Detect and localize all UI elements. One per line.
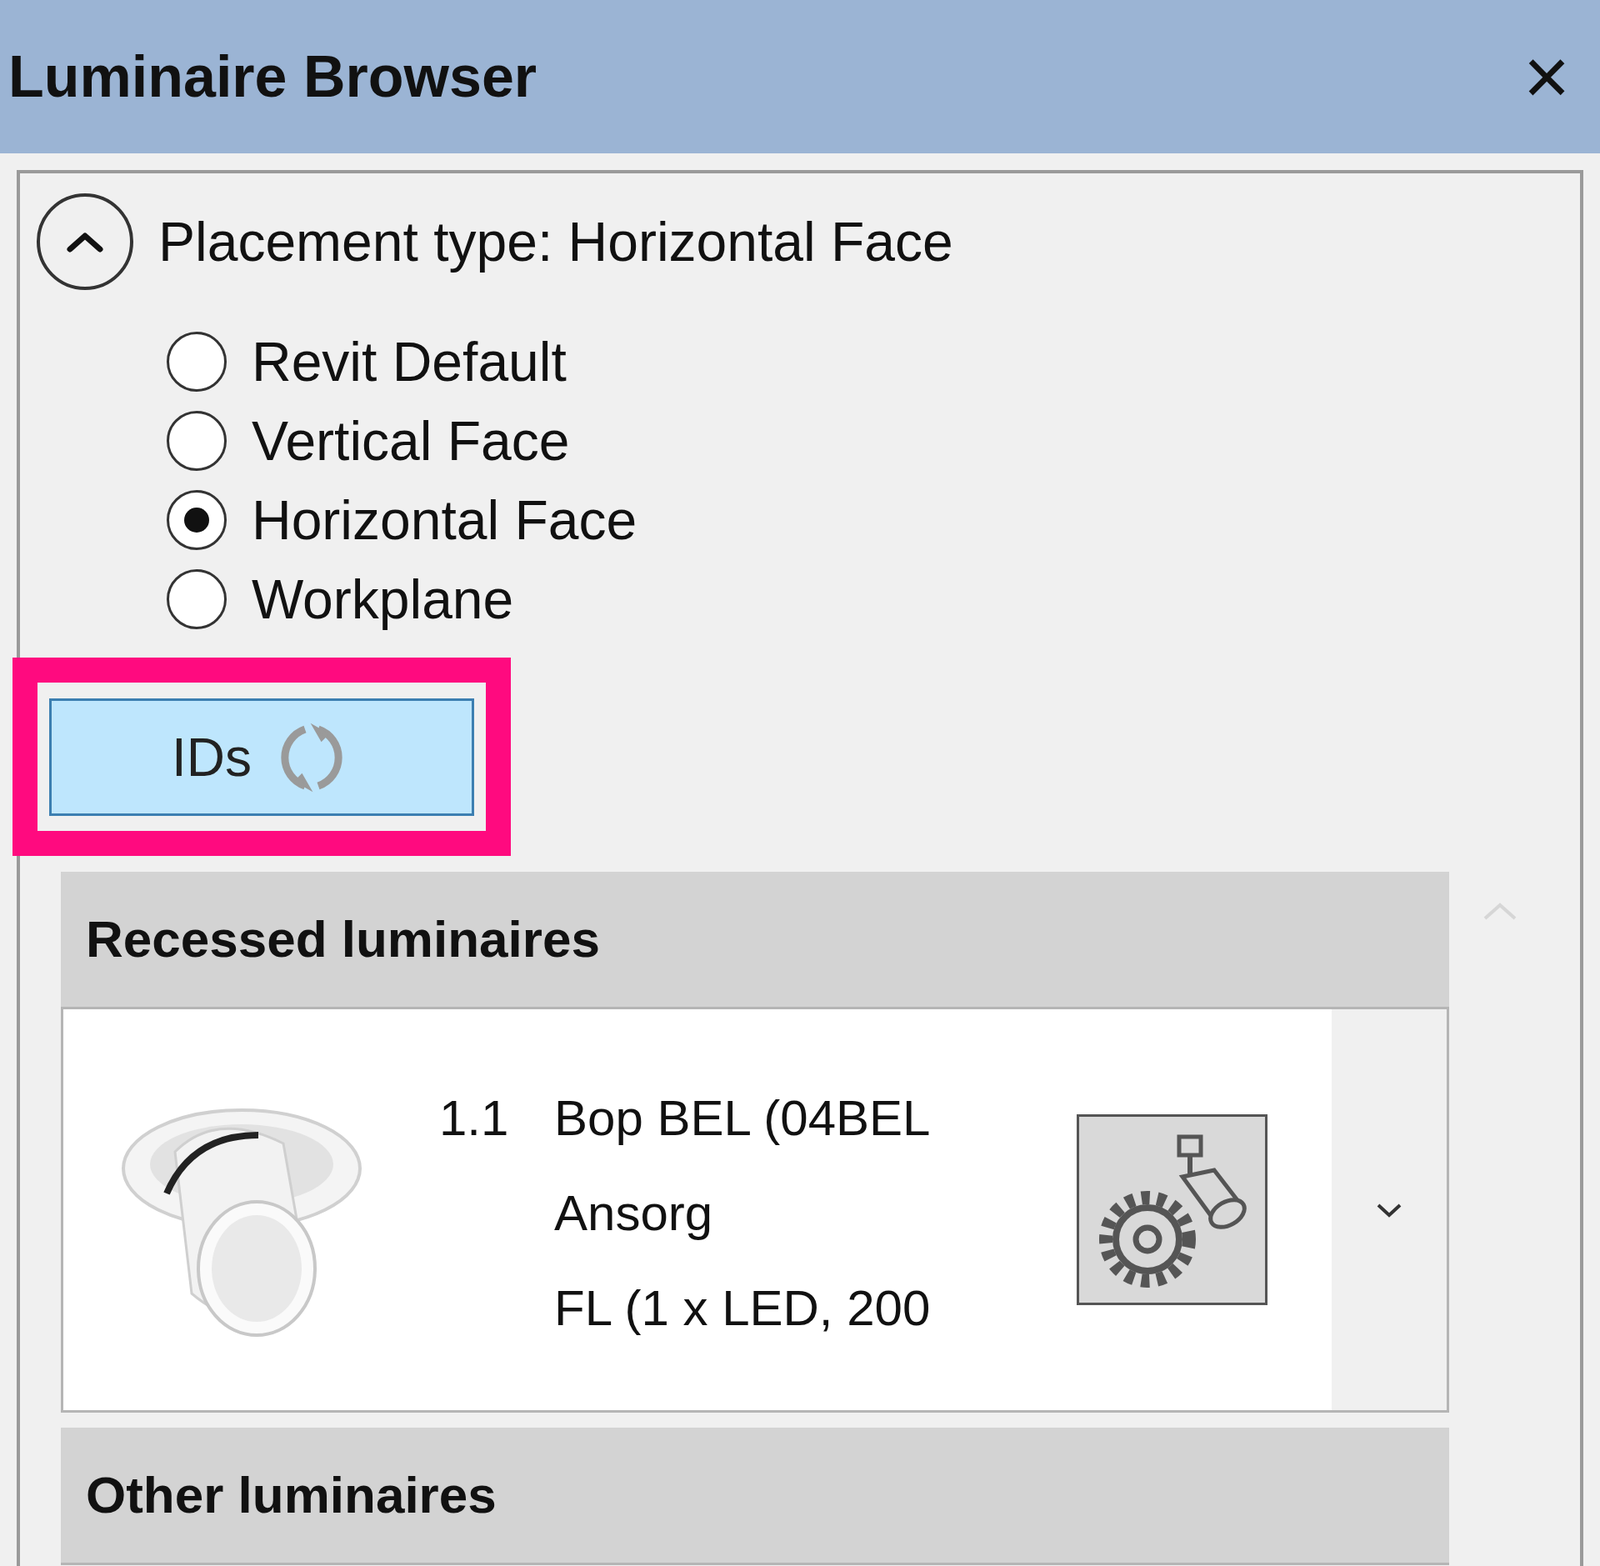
group-header[interactable]: Other luminaires bbox=[60, 1427, 1450, 1565]
placement-option[interactable]: Vertical Face bbox=[166, 400, 1580, 480]
luminaire-list: Recessed luminaires 1.1Bop BEL (04BELAnso… bbox=[60, 871, 1450, 1566]
chevron-down-icon bbox=[1375, 1200, 1404, 1220]
luminaire-image bbox=[63, 1009, 420, 1410]
radio-button[interactable] bbox=[166, 410, 227, 471]
luminaire-group: Recessed luminaires 1.1Bop BEL (04BELAnso… bbox=[60, 871, 1450, 1413]
annotation-box: IDs bbox=[12, 657, 511, 856]
placement-title: Placement type: Horizontal Face bbox=[158, 214, 954, 270]
luminaire-group: Other luminaires bbox=[60, 1427, 1450, 1565]
luminaire-list-area: Recessed luminaires 1.1Bop BEL (04BELAnso… bbox=[20, 871, 1580, 1566]
luminaire-number: 1.1 bbox=[439, 1070, 555, 1410]
card-spacer bbox=[1267, 1009, 1332, 1410]
ids-button[interactable]: IDs bbox=[49, 698, 475, 816]
refresh-icon bbox=[271, 717, 352, 798]
placement-header: Placement type: Horizontal Face bbox=[20, 173, 1580, 290]
option-label: Revit Default bbox=[251, 334, 567, 390]
group-title: Other luminaires bbox=[85, 1469, 497, 1521]
configure-button[interactable] bbox=[1076, 1114, 1268, 1305]
placement-option[interactable]: Revit Default bbox=[166, 321, 1580, 401]
placement-options: Revit Default Vertical Face Horizontal Fac… bbox=[20, 321, 1580, 639]
luminaire-line: FL (1 x LED, 200 bbox=[554, 1260, 930, 1356]
group-title: Recessed luminaires bbox=[85, 913, 600, 965]
option-label: Workplane bbox=[251, 571, 514, 627]
close-button[interactable]: × bbox=[1518, 36, 1575, 117]
option-label: Vertical Face bbox=[251, 413, 570, 469]
panel-frame: Placement type: Horizontal Face Revit De… bbox=[16, 170, 1584, 1566]
placement-option[interactable]: Workplane bbox=[166, 559, 1580, 639]
panel: Placement type: Horizontal Face Revit De… bbox=[0, 153, 1600, 1566]
placement-option[interactable]: Horizontal Face bbox=[166, 480, 1580, 560]
radio-button[interactable] bbox=[166, 331, 227, 392]
luminaire-info: 1.1Bop BEL (04BELAnsorgFL (1 x LED, 200 bbox=[419, 1009, 1077, 1410]
chevron-up-icon bbox=[65, 229, 105, 255]
option-label: Horizontal Face bbox=[251, 492, 637, 548]
collapse-button[interactable] bbox=[36, 193, 134, 290]
luminaire-photo bbox=[116, 1076, 367, 1344]
luminaire-line: Bop BEL (04BEL bbox=[554, 1070, 930, 1166]
radio-button[interactable] bbox=[166, 490, 227, 550]
window-title: Luminaire Browser bbox=[8, 47, 537, 106]
scroll-up-icon[interactable] bbox=[1481, 900, 1519, 924]
radio-button[interactable] bbox=[166, 569, 227, 630]
configure-icon[interactable] bbox=[1089, 1126, 1256, 1294]
expand-button[interactable] bbox=[1331, 1009, 1447, 1410]
title-bar: Luminaire Browser × bbox=[0, 0, 1600, 154]
luminaire-card[interactable]: 1.1Bop BEL (04BELAnsorgFL (1 x LED, 200 bbox=[60, 1009, 1450, 1413]
luminaire-line: Ansorg bbox=[554, 1165, 930, 1261]
luminaire-lines: Bop BEL (04BELAnsorgFL (1 x LED, 200 bbox=[554, 1070, 930, 1410]
scrollbar[interactable] bbox=[1449, 871, 1551, 1566]
group-header[interactable]: Recessed luminaires bbox=[60, 871, 1450, 1010]
luminaire-browser-window: Luminaire Browser × Placement type: Hori… bbox=[0, 0, 1600, 1566]
radio-dot bbox=[184, 507, 210, 533]
ids-label: IDs bbox=[171, 730, 252, 785]
